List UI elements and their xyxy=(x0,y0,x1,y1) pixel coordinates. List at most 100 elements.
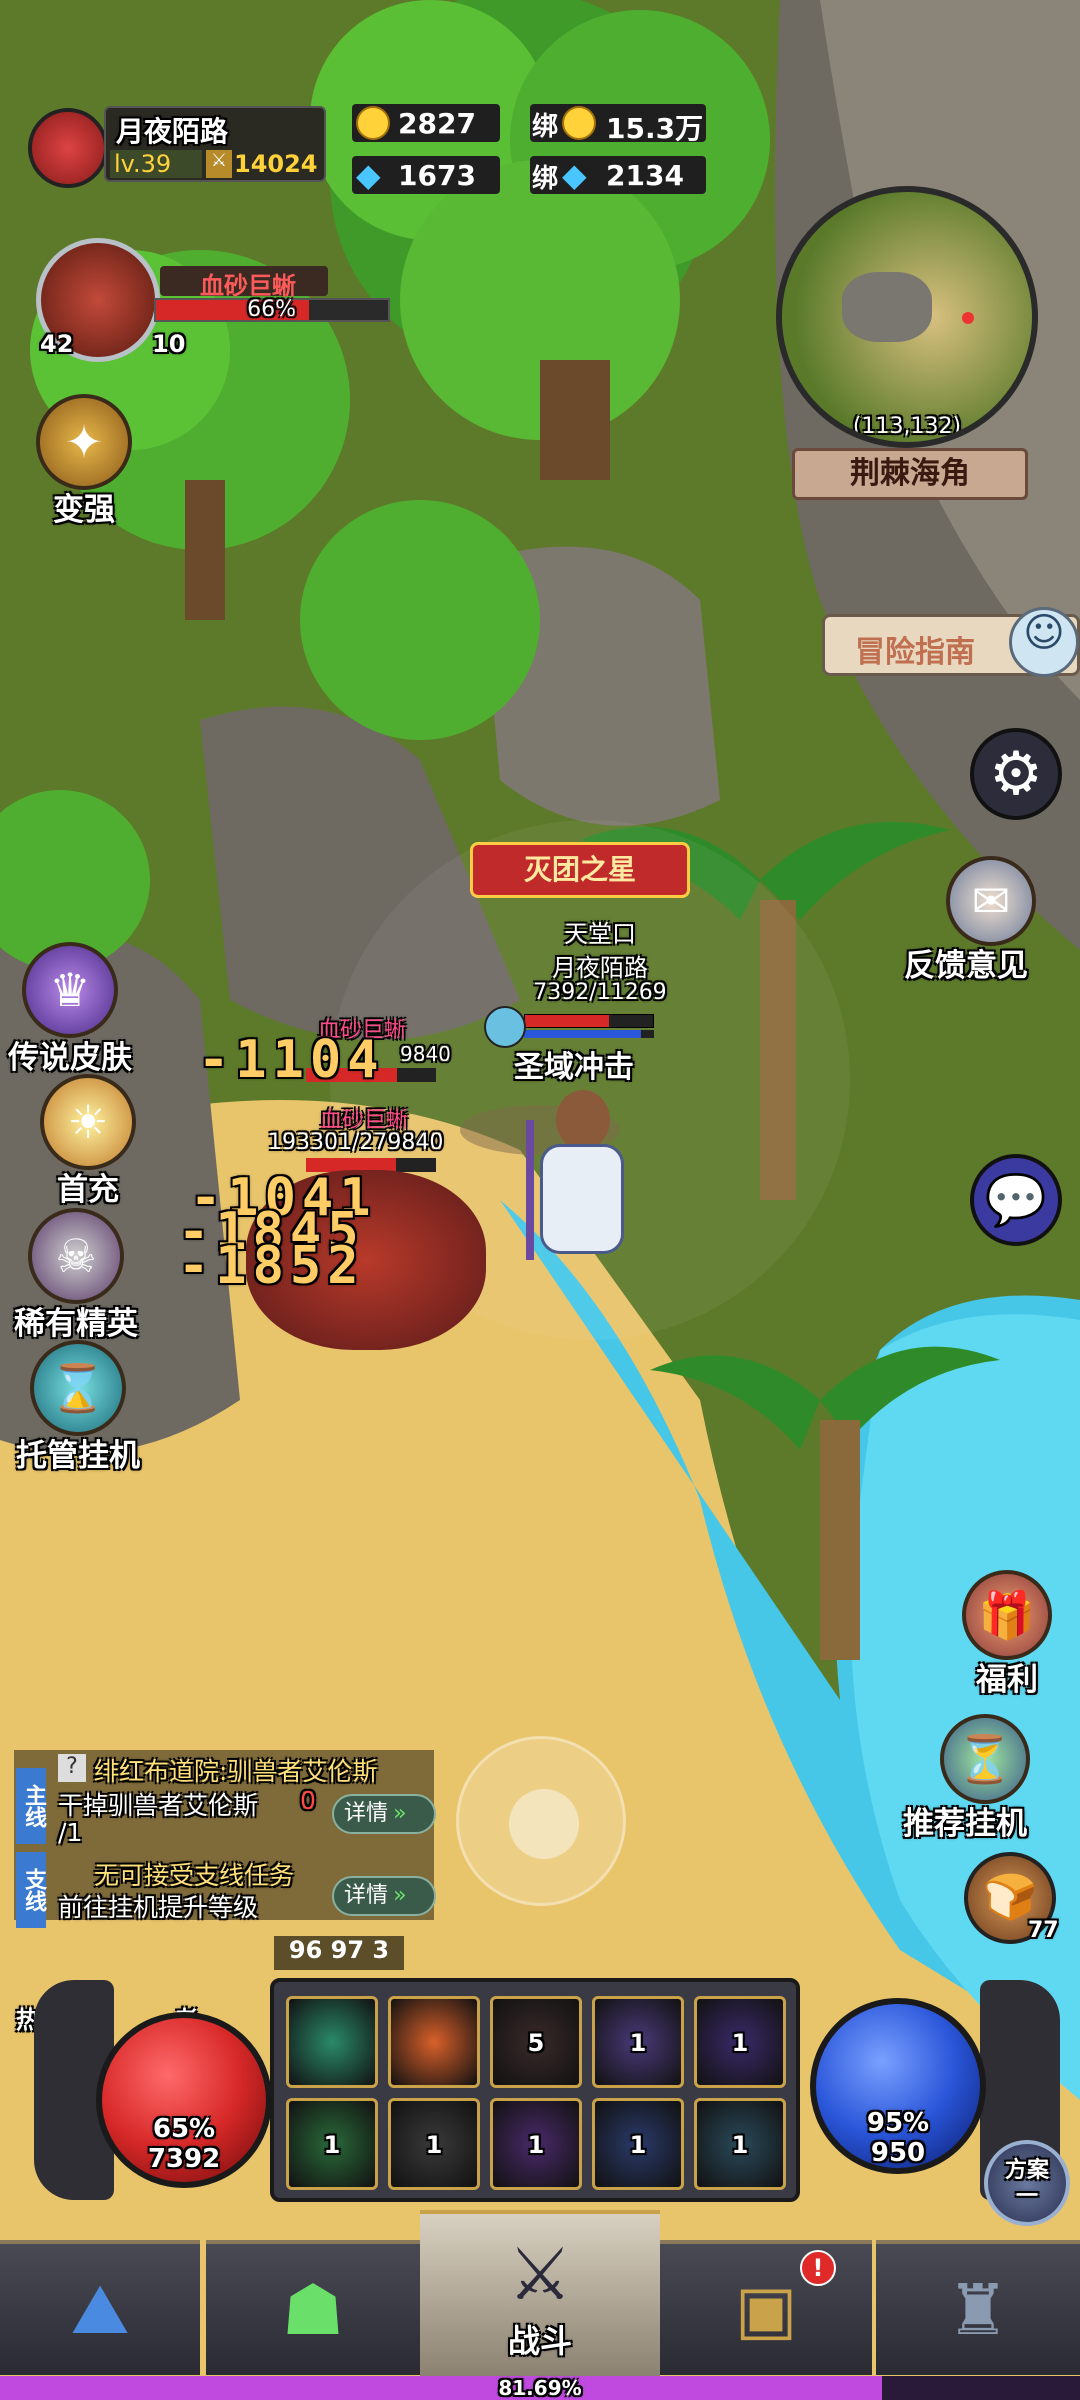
first-recharge-button[interactable]: ☀ 首充 xyxy=(40,1074,136,1209)
side-quest-title[interactable]: 无可接受支线任务 xyxy=(94,1856,294,1892)
ghost-skill-icon[interactable]: 1 xyxy=(388,2098,480,2190)
skill-count: 1 xyxy=(731,2131,749,2159)
bound-gold-display[interactable]: 绑 15.3万 xyxy=(530,104,706,145)
chat-button[interactable]: 💬 xyxy=(970,1154,1062,1246)
area-name-plate: 荆棘海角 xyxy=(792,448,1028,500)
player-power: 14024 xyxy=(234,150,318,178)
ghost-mascot-icon: ☺ xyxy=(1009,607,1079,677)
gift-bag-icon: 🎁 xyxy=(962,1570,1052,1660)
envelope-icon: ✉ xyxy=(946,856,1036,946)
player-name: 月夜陌路 xyxy=(116,115,229,148)
main-quest-progress-current: 0 xyxy=(300,1786,316,1815)
main-quest-tag: 主线 xyxy=(16,1768,46,1844)
bound-gem-display[interactable]: 绑 ◆ 2134 xyxy=(530,156,706,194)
minimap[interactable]: (113,132) xyxy=(776,186,1038,448)
hero-hp-text: 7392/11269 xyxy=(533,980,667,1005)
target-frame[interactable]: 血砂巨蜥 66% 42 10 xyxy=(36,238,396,362)
joystick-knob[interactable] xyxy=(509,1789,579,1859)
bread-item-button[interactable]: 🍞 77 xyxy=(964,1852,1059,1944)
rare-elite-label: 稀有精英 xyxy=(14,1306,138,1342)
main-quest-detail-button[interactable]: 详情 » xyxy=(332,1794,436,1834)
gear-icon: ⚙ xyxy=(989,739,1043,809)
void-skill-icon[interactable]: 1 xyxy=(490,2098,582,2190)
bound-gold-coin-icon xyxy=(562,106,596,140)
bound-gem-amount: 2134 xyxy=(606,159,684,192)
settings-button[interactable]: ⚙ xyxy=(970,728,1062,820)
battle-label: 战斗 xyxy=(507,2322,572,2360)
auto-hang-label: 托管挂机 xyxy=(16,1438,140,1474)
wraith-skill-icon[interactable]: 1 xyxy=(592,1996,684,2088)
mp-orb-value: 950 xyxy=(870,2138,926,2168)
player-avatar[interactable] xyxy=(28,108,108,188)
target-name: 血砂巨蜥 xyxy=(160,266,328,300)
stone-helmet-icon: ⛰ xyxy=(70,2268,130,2350)
hp-orb: 65% 7392 xyxy=(96,2012,272,2188)
dark-orb-skill-icon[interactable]: 5 xyxy=(490,1996,582,2088)
hp-orb-value: 7392 xyxy=(147,2144,221,2174)
side-quest-detail-button[interactable]: 详情 » xyxy=(332,1876,436,1916)
plan-label: 方案一 xyxy=(1004,2158,1049,2209)
nav-tab-skills[interactable]: ☗ xyxy=(206,2240,420,2375)
plan-button[interactable]: 方案一 xyxy=(984,2140,1070,2226)
sun-icon: ☀ xyxy=(40,1074,136,1170)
shadow-skill-icon[interactable]: 1 xyxy=(694,1996,786,2088)
skill-count: 1 xyxy=(731,2029,749,2057)
gold-display[interactable]: 2827 xyxy=(352,104,500,142)
enemy2-hp: 193301/279840 xyxy=(268,1130,444,1155)
diamond-icon: ◆ xyxy=(356,156,381,194)
skin-icon: ♛ xyxy=(22,942,118,1038)
title-badge: 灭团之星 xyxy=(470,842,690,898)
side-quest-tag: 支线 xyxy=(16,1852,46,1928)
rare-elite-button[interactable]: ☠ 稀有精英 xyxy=(14,1208,138,1343)
mp-orb-percent: 95% xyxy=(866,2108,930,2138)
nav-tab-inventory[interactable]: ▣ ! xyxy=(660,2240,872,2375)
player-level: lv.39 xyxy=(110,150,202,178)
gem-skill-icon[interactable] xyxy=(286,1996,378,2088)
bound-gem-label: 绑 xyxy=(532,164,559,194)
adventure-guide-button[interactable]: 冒险指南 ☺ xyxy=(822,607,1080,677)
heal-skill-icon[interactable]: 1 xyxy=(286,2098,378,2190)
wind-skill-icon[interactable]: 1 xyxy=(694,2098,786,2190)
welfare-label: 福利 xyxy=(976,1662,1038,1698)
player-name-plate: 月夜陌路 lv.39 ⚔ 14024 xyxy=(104,106,326,182)
adventure-guide-label: 冒险指南 xyxy=(855,635,975,670)
welfare-button[interactable]: 🎁 福利 xyxy=(962,1570,1052,1699)
hourglass-icon: ⌛ xyxy=(30,1340,126,1436)
legend-skin-button[interactable]: ♛ 传说皮肤 xyxy=(8,942,132,1077)
skill-count: 1 xyxy=(425,2131,443,2159)
gem-display[interactable]: ◆ 1673 xyxy=(352,156,500,194)
target-hp-percent: 66% xyxy=(247,297,296,322)
crossed-swords-icon: ⚔ xyxy=(507,2232,573,2316)
xp-bar: 81.69% xyxy=(0,2376,1080,2400)
nav-tab-guild[interactable]: ♜ xyxy=(876,2240,1080,2375)
skill-count: 1 xyxy=(527,2131,545,2159)
virtual-joystick[interactable] xyxy=(456,1736,626,1906)
hero-hp-fill xyxy=(525,1015,610,1027)
area-name: 荆棘海角 xyxy=(850,456,970,491)
bound-gold-amount: 15.3万 xyxy=(606,112,704,145)
target-level: 42 xyxy=(40,330,74,358)
hp-orb-frame: 65% 7392 xyxy=(34,1980,294,2220)
hourglass-book-icon: ⏳ xyxy=(940,1714,1030,1804)
fire-skill-icon[interactable] xyxy=(388,1996,480,2088)
frost-skill-icon[interactable]: 1 xyxy=(592,2098,684,2190)
recommend-hang-button[interactable]: ⏳ 推荐挂机 xyxy=(903,1714,1030,1843)
hero-mp-bar xyxy=(524,1030,654,1038)
nav-tab-character[interactable]: ⛰ xyxy=(0,2240,200,2375)
main-quest-progress-total: /1 xyxy=(58,1818,83,1847)
sword-shield-icon: ✦ xyxy=(36,394,132,490)
first-recharge-label: 首充 xyxy=(57,1172,119,1208)
strengthen-button[interactable]: ✦ 变强 xyxy=(36,394,132,529)
bound-diamond-icon: ◆ xyxy=(562,156,587,194)
main-quest-desc: 干掉驯兽者艾伦斯 xyxy=(58,1791,259,1820)
minimap-player-marker xyxy=(962,312,974,324)
power-icon: ⚔ xyxy=(206,150,232,178)
notification-badge: ! xyxy=(800,2250,836,2286)
feedback-button[interactable]: ✉ 反馈意见 xyxy=(904,856,1036,985)
main-detail-label: 详情 xyxy=(344,1801,389,1826)
mp-orb: 95% 950 xyxy=(810,1998,986,2174)
nav-tab-battle[interactable]: ⚔ 战斗 xyxy=(420,2210,660,2380)
auto-hang-button[interactable]: ⌛ 托管挂机 xyxy=(16,1340,140,1475)
side-detail-label: 详情 xyxy=(344,1883,389,1908)
main-quest-title[interactable]: 绯红布道院:驯兽者艾伦斯 xyxy=(94,1752,377,1788)
